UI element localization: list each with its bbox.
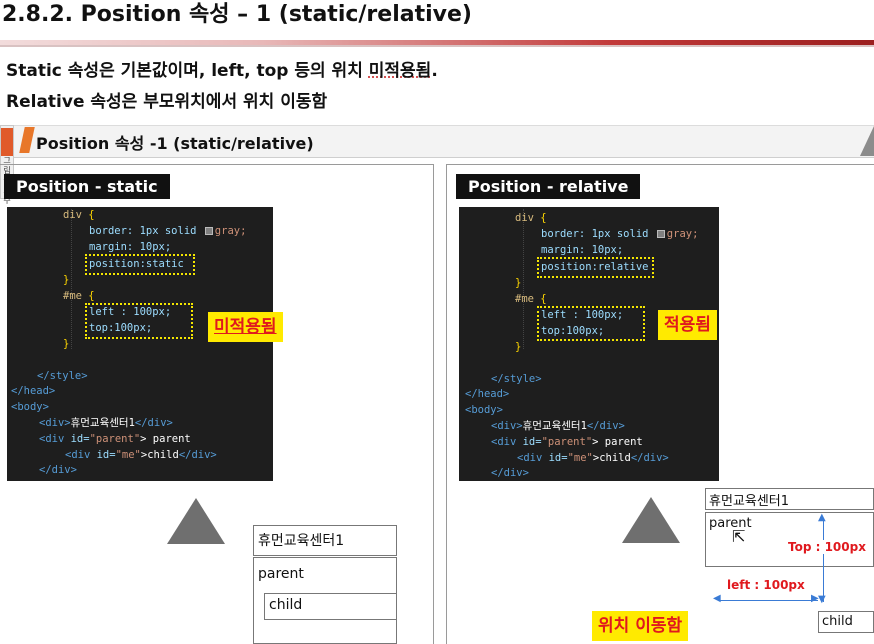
color-swatch-icon: [204, 227, 213, 235]
code-center-text: 휴먼교육센터1: [70, 417, 135, 429]
title-accent-underline: [0, 45, 874, 47]
top-offset-label: Top : 100px: [788, 540, 866, 554]
static-demo-child-text: child: [269, 597, 303, 613]
left-arrow-triangle-icon: [167, 498, 225, 544]
code-selector: div: [63, 209, 89, 221]
indent-guide: [523, 209, 529, 349]
code-close-div: </div>: [39, 464, 77, 476]
description-line-2: Relative 속성은 부모위치에서 위치 이동함: [6, 92, 328, 112]
description-line-1: Static 속성은 기본값이며, left, top 등의 위치 미적용됨.: [6, 56, 438, 81]
static-demo-parent-text: parent: [258, 566, 304, 582]
arrow-left-icon: ◀: [713, 593, 721, 604]
top-offset-arrow: [823, 520, 824, 602]
code-border: border: 1px solid: [89, 225, 203, 237]
arrow-right-icon: ▶: [811, 593, 819, 604]
static-code-editor: div { border: 1px solid gray; margin: 10…: [7, 207, 273, 481]
not-applied-badge: 미적용됨: [208, 312, 283, 342]
code-child-text: >child: [140, 449, 179, 461]
arrow-down-icon: ▼: [818, 594, 826, 605]
static-offset-highlight: [85, 303, 193, 339]
code-me-selector: #me: [63, 290, 89, 302]
static-position-highlight: [85, 254, 195, 275]
description-line-1-text: Static 속성은 기본값이며, left, top 등의 위치: [6, 61, 369, 81]
static-demo-center-text: 휴먼교육센터1: [258, 533, 345, 549]
right-arrow-triangle-icon: [622, 497, 680, 543]
code-open-body: <body>: [11, 401, 49, 413]
moved-badge: 위치 이동함: [592, 611, 689, 641]
code-close-style: </style>: [37, 370, 88, 382]
relative-demo-center-text: 휴먼교육센터1: [709, 494, 790, 509]
mouse-cursor-icon: ⇱: [732, 527, 746, 546]
relative-position-highlight: [537, 257, 654, 278]
embedded-image-title: Position 속성 -1 (static/relative): [36, 134, 314, 153]
relative-label: Position - relative: [456, 174, 641, 199]
code-parent-text: > parent: [140, 433, 191, 445]
color-swatch-icon: [656, 230, 665, 238]
applied-badge: 적용됨: [658, 310, 717, 340]
description-line-1-end: .: [431, 61, 438, 81]
page-title: 2.8.2. Position 속성 – 1 (static/relative): [2, 2, 472, 27]
static-label: Position - static: [4, 174, 170, 199]
left-offset-arrow: [720, 600, 818, 601]
description-line-1-underlined: 미적용됨: [368, 61, 432, 81]
picture-thumbnail-icon: [1, 128, 13, 156]
relative-demo-child-text: child: [822, 614, 853, 629]
left-offset-label: left : 100px: [727, 578, 805, 592]
relative-offset-highlight: [537, 306, 645, 341]
corner-triangle-icon: [860, 126, 874, 156]
arrow-up-icon: ▲: [818, 512, 826, 523]
code-close-head: </head>: [11, 385, 56, 397]
code-border-color: gray;: [214, 225, 247, 237]
code-margin: margin: 10px;: [89, 241, 172, 253]
relative-code-editor: div { border: 1px solid gray; margin: 10…: [459, 207, 719, 481]
indent-guide: [71, 209, 77, 349]
